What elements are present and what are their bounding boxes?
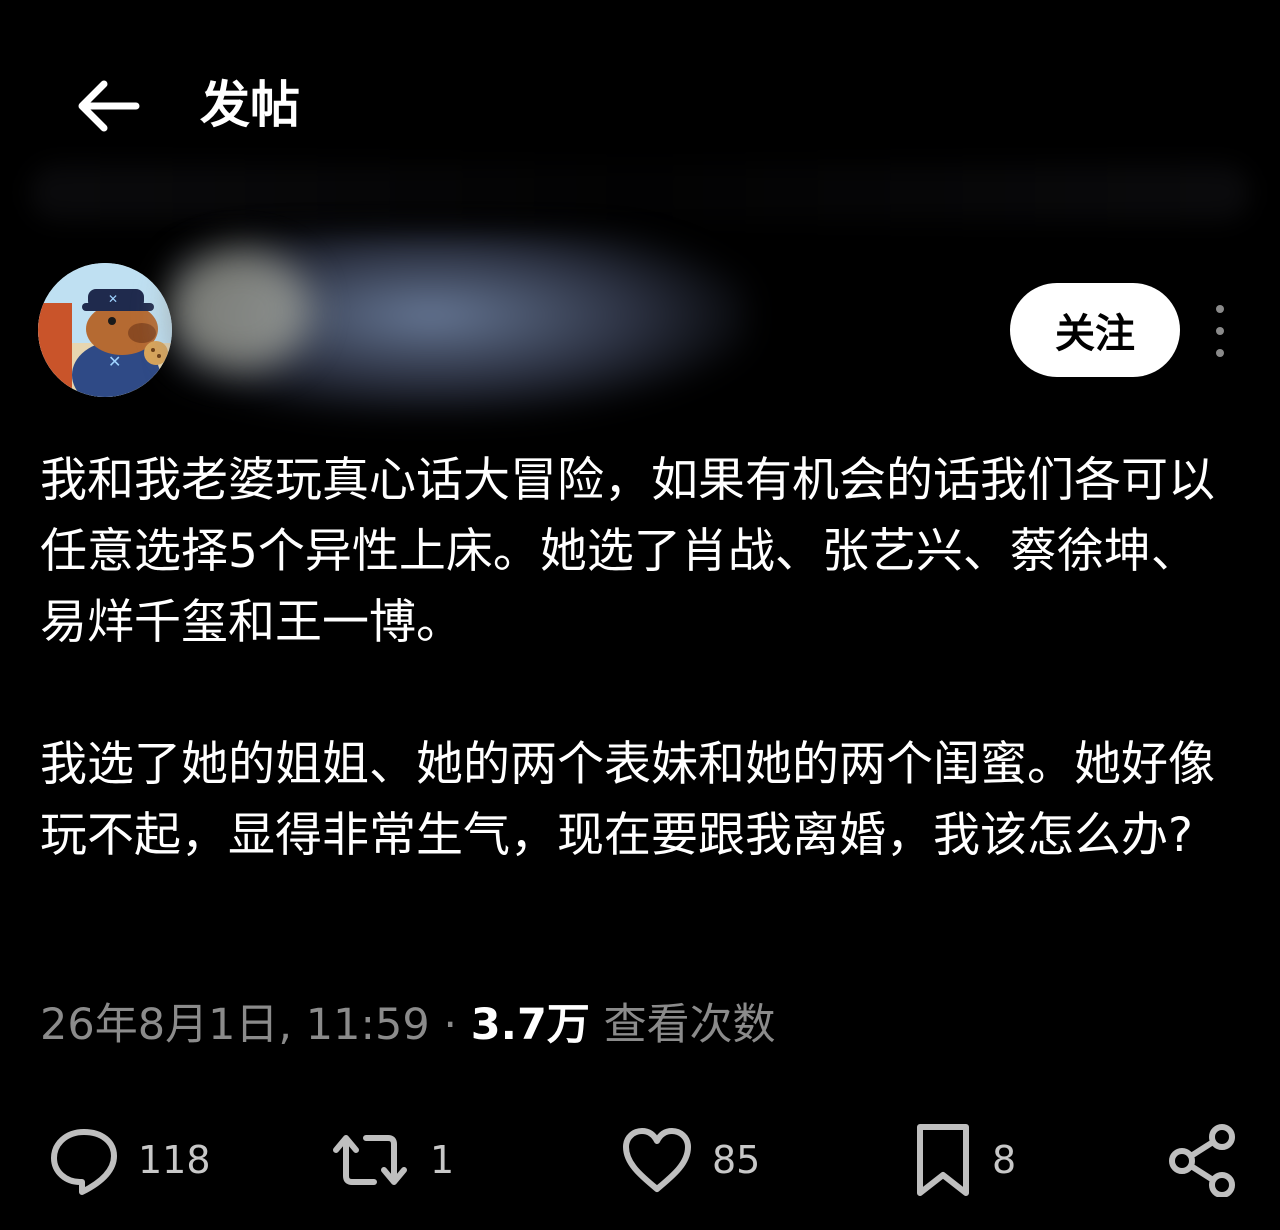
retweet-icon [333, 1135, 407, 1185]
action-bar: 118 1 85 8 [0, 1120, 1280, 1200]
like-count: 85 [712, 1138, 761, 1182]
reply-count: 118 [138, 1138, 211, 1182]
svg-text:✕: ✕ [108, 292, 118, 306]
post-meta: 26年8月1日, 11:59 · 3.7万 查看次数 [40, 990, 776, 1060]
post-timestamp[interactable]: 26年8月1日, 11:59 [40, 1000, 430, 1050]
follow-button[interactable]: 关注 [1010, 283, 1180, 377]
meta-separator: · [443, 1000, 458, 1050]
more-options-button[interactable] [1206, 305, 1234, 357]
arrow-left-icon [78, 80, 140, 132]
top-bar: 发帖 [0, 60, 1280, 160]
avatar[interactable]: ✕ ✕ [38, 263, 172, 397]
reply-button[interactable]: 118 [48, 1120, 211, 1200]
share-icon [1169, 1124, 1235, 1197]
bookmark-icon [917, 1124, 969, 1196]
heart-icon [623, 1128, 691, 1192]
post-paragraph: 我选了她的姐姐、她的两个表妹和她的两个闺蜜。她好像玩不起，显得非常生气，现在要跟… [40, 737, 1215, 863]
retweet-button[interactable]: 1 [328, 1120, 454, 1200]
post-paragraph: 我和我老婆玩真心话大冒险，如果有机会的话我们各可以任意选择5个异性上床。她选了肖… [40, 453, 1215, 650]
retweet-count: 1 [430, 1138, 455, 1182]
svg-text:✕: ✕ [108, 352, 121, 371]
more-vertical-icon-dot [1216, 349, 1224, 357]
more-vertical-icon-dot [1216, 305, 1224, 313]
view-count-label: 查看次数 [603, 1000, 776, 1050]
bookmark-count: 8 [992, 1138, 1017, 1182]
bookmark-button[interactable]: 8 [912, 1120, 1016, 1200]
like-button[interactable]: 85 [620, 1120, 760, 1200]
more-vertical-icon-dot [1216, 327, 1224, 335]
page-title: 发帖 [200, 76, 300, 134]
blurred-username-highlight [170, 250, 310, 370]
view-count: 3.7万 [470, 1000, 590, 1050]
post-body: 我和我老婆玩真心话大冒险，如果有机会的话我们各可以任意选择5个异性上床。她选了肖… [40, 445, 1240, 871]
reply-icon [51, 1129, 117, 1195]
blurred-banner [30, 165, 1250, 220]
back-button[interactable] [72, 76, 142, 136]
capybara-avatar-image: ✕ ✕ [38, 263, 172, 397]
share-button[interactable] [1166, 1120, 1240, 1200]
